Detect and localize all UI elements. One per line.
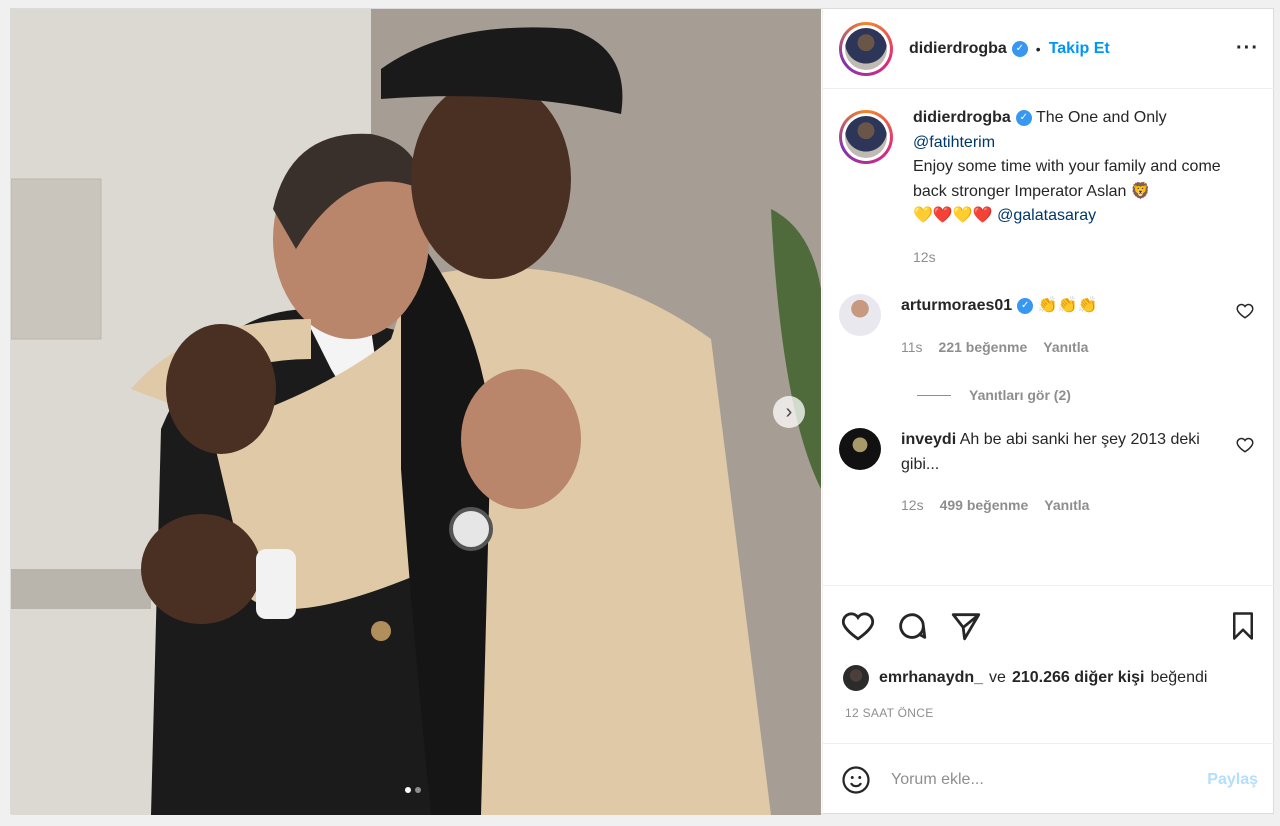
- pager-dot: [405, 787, 411, 793]
- bookmark-icon[interactable]: [1228, 611, 1258, 641]
- action-bar: [823, 585, 1276, 665]
- likes-count[interactable]: 210.266 diğer kişi: [1012, 669, 1145, 687]
- post-photo[interactable]: ›: [11, 9, 821, 815]
- next-slide-button[interactable]: ›: [773, 396, 805, 428]
- comment-username[interactable]: arturmoraes01: [901, 297, 1012, 314]
- separator-dot: •: [1035, 40, 1041, 57]
- photo-illustration: [11, 9, 821, 815]
- share-icon[interactable]: [949, 609, 983, 643]
- comment-username[interactable]: inveydi: [901, 431, 956, 448]
- post-timestamp[interactable]: 12 SAAT ÖNCE: [845, 706, 934, 720]
- author-username[interactable]: didierdrogba: [909, 40, 1007, 58]
- verified-icon: ✓: [1011, 40, 1028, 57]
- comment-meta: 11s 221 beğenme Yanıtla: [901, 335, 1241, 360]
- comment-text: 👏👏👏: [1037, 297, 1098, 314]
- liker-avatar[interactable]: [843, 665, 869, 691]
- post-comment-button[interactable]: Paylaş: [1207, 771, 1258, 789]
- mention-galatasaray[interactable]: @galatasaray: [997, 207, 1096, 224]
- comments-section: didierdrogba ✓ The One and Only @fatihter…: [823, 90, 1276, 585]
- comment-time: 12s: [901, 497, 924, 513]
- verified-icon: ✓: [1015, 109, 1032, 126]
- caption-username[interactable]: didierdrogba: [913, 109, 1011, 126]
- caption-emojis: 💛❤️💛❤️: [913, 207, 993, 224]
- add-comment-bar: Paylaş: [823, 743, 1276, 815]
- caption-text: Enjoy some time with your family and com…: [913, 158, 1221, 200]
- mention-fatihterim[interactable]: @fatihterim: [913, 134, 995, 151]
- more-icon[interactable]: ···: [1236, 37, 1259, 60]
- like-comment-icon[interactable]: [1236, 436, 1254, 454]
- likes-connector: ve: [989, 669, 1006, 686]
- comment-item: arturmoraes01 ✓ 👏👏👏 11s 221 beğenme Yanıt…: [839, 294, 1260, 359]
- emoji-icon[interactable]: [841, 765, 871, 795]
- like-comment-icon[interactable]: [1236, 302, 1254, 320]
- caption-meta: 12s: [913, 245, 1253, 270]
- comment-time: 11s: [901, 338, 923, 355]
- caption-avatar[interactable]: [839, 110, 893, 164]
- caption-time: 12s: [913, 248, 936, 265]
- comment-meta: 12s 499 beğenme Yanıtla: [901, 493, 1241, 518]
- caption-body: didierdrogba ✓ The One and Only @fatihter…: [913, 106, 1253, 269]
- carousel-pager: [405, 787, 421, 793]
- liker-username[interactable]: emrhanaydn_: [879, 669, 983, 687]
- likes-summary: emrhanaydn_ ve 210.266 diğer kişi beğend…: [843, 665, 1207, 691]
- post-modal: › didierdrogba ✓ • Takip Et ··· didierdr…: [10, 8, 1276, 815]
- pager-dot: [415, 787, 421, 793]
- comment-icon[interactable]: [895, 609, 929, 643]
- reply-button[interactable]: Yanıtla: [1043, 335, 1088, 360]
- comment-input[interactable]: [891, 770, 1208, 789]
- author-avatar[interactable]: [839, 21, 893, 76]
- comment-body: inveydi Ah be abi sanki her şey 2013 dek…: [901, 428, 1241, 518]
- post-header: didierdrogba ✓ • Takip Et ···: [823, 9, 1275, 89]
- heart-icon[interactable]: [841, 609, 875, 643]
- likes-suffix: beğendi: [1150, 669, 1208, 686]
- comment-body: arturmoraes01 ✓ 👏👏👏 11s 221 beğenme Yanıt…: [901, 294, 1241, 359]
- commenter-avatar[interactable]: [839, 294, 881, 336]
- view-replies-button[interactable]: Yanıtları gör (2): [917, 387, 1260, 403]
- commenter-avatar[interactable]: [839, 428, 881, 470]
- comment-item: inveydi Ah be abi sanki her şey 2013 dek…: [839, 428, 1260, 518]
- comment-likes[interactable]: 499 beğenme: [940, 493, 1029, 518]
- caption-line1: The One and Only: [1035, 109, 1167, 126]
- caption: didierdrogba ✓ The One and Only @fatihter…: [839, 106, 1260, 269]
- comment-likes[interactable]: 221 beğenme: [939, 335, 1028, 360]
- post-side-panel: didierdrogba ✓ • Takip Et ··· didierdrog…: [822, 9, 1276, 815]
- verified-icon: ✓: [1017, 297, 1034, 314]
- follow-button[interactable]: Takip Et: [1049, 40, 1110, 58]
- reply-button[interactable]: Yanıtla: [1044, 493, 1089, 518]
